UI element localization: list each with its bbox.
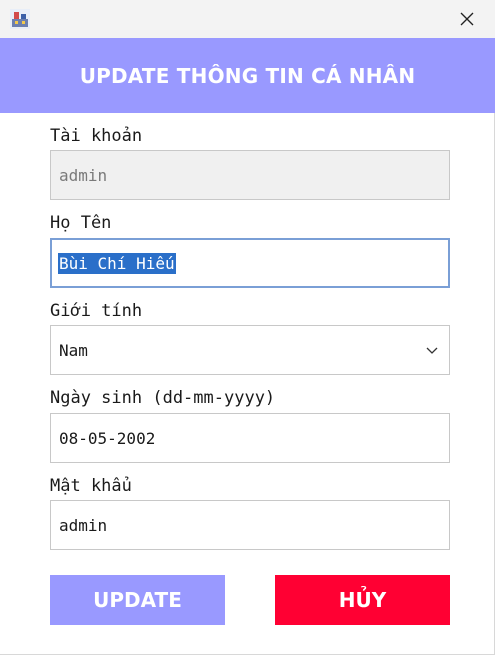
birthday-label: Ngày sinh (dd-mm-yyyy) [50,388,276,408]
fullname-label: Họ Tên [50,213,112,233]
account-field: admin [50,150,450,200]
account-value: admin [59,165,108,185]
title-bar [0,0,495,38]
header-banner: UPDATE THÔNG TIN CÁ NHÂN [0,38,495,113]
close-icon [460,12,474,26]
update-profile-window: UPDATE THÔNG TIN CÁ NHÂN Tài khoản admin… [0,0,495,655]
page-title: UPDATE THÔNG TIN CÁ NHÂN [79,63,416,88]
fullname-field[interactable]: Bùi Chí Hiếu [50,238,450,288]
update-button[interactable]: UPDATE [50,575,225,625]
app-icon [10,9,30,29]
password-label: Mật khẩu [50,476,132,496]
account-label: Tài khoản [50,126,143,146]
birthday-field[interactable]: 08-05-2002 [50,413,450,463]
gender-label: Giới tính [50,301,143,321]
chevron-down-icon [426,347,438,354]
password-value: admin [59,515,108,535]
cancel-button[interactable]: HỦY [275,575,450,625]
gender-value: Nam [59,340,88,360]
cancel-button-label: HỦY [338,588,387,612]
close-button[interactable] [453,6,481,32]
password-field[interactable]: admin [50,500,450,550]
birthday-value: 08-05-2002 [59,428,156,448]
update-button-label: UPDATE [93,588,182,612]
fullname-value: Bùi Chí Hiếu [58,252,176,274]
gender-select[interactable]: Nam [50,325,450,375]
